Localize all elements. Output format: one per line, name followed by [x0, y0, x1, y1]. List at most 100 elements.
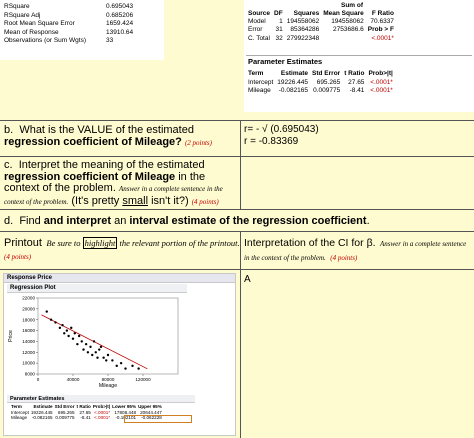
param-cell: 695.265 — [316, 78, 341, 86]
interp-header: Interpretation of the CI for β. Answer i… — [244, 236, 472, 264]
anova-cell — [321, 35, 365, 43]
y-tick-label: 12000 — [22, 350, 35, 355]
plot-frame — [37, 297, 179, 375]
data-point — [54, 321, 57, 324]
pe2-panel: Parameter Estimates Term Estimate Std Erro… — [7, 395, 195, 435]
sumfit-row: RSquare 0.695043 — [2, 3, 135, 12]
anova-cell: 31 — [275, 26, 283, 34]
pe2-header: Lower 95% — [112, 404, 137, 409]
question-c-text: c. Interpret the meaning of the estimate… — [4, 159, 240, 208]
sumfit-row: Observations (or Sum Wgts) 33 — [2, 37, 135, 46]
jmp-plot-title: Regression Plot — [10, 285, 56, 291]
data-point — [99, 345, 103, 349]
anova-header: DF — [274, 10, 283, 17]
param-header: Term — [248, 70, 264, 77]
pe2-cell: -8.41 — [80, 415, 91, 421]
interp-answer[interactable]: A — [244, 274, 251, 285]
printout-points: (4 points) — [4, 253, 32, 261]
data-point — [92, 340, 96, 343]
data-point — [67, 334, 70, 338]
pe2-cell: <.0001* — [94, 415, 111, 421]
sumfit-label: Root Mean Square Error — [4, 20, 75, 28]
summary-of-fit-panel: RSquare 0.695043 RSquare Adj 0.685206 Root M… — [0, 0, 164, 60]
data-point — [106, 353, 110, 357]
data-point — [45, 310, 48, 313]
question-d-bold2: interval estimate of the regression coef… — [129, 215, 367, 227]
question-b-bold: regression coefficient of Mileage — [4, 136, 176, 148]
pe2-header: t Ratio — [76, 404, 91, 409]
anova-header: F Ratio — [371, 10, 394, 17]
param-estimates-title: Parameter Estimates — [248, 57, 323, 66]
data-point — [105, 359, 108, 362]
sumfit-label: Observations (or Sum Wgts) — [4, 37, 86, 45]
anova-header: Squares — [293, 10, 320, 17]
answer-b[interactable]: r= - √ (0.695043) r = -0.83369 — [244, 124, 319, 148]
param-cell: Mileage — [248, 87, 271, 95]
anova-cell: Error — [248, 26, 263, 34]
pe2-header: Std Error — [54, 404, 75, 409]
question-d-bold: and interpret — [43, 215, 112, 227]
pe2-highlight-box — [124, 415, 192, 423]
anova-row: C. Total 32 279922348 <.0001* — [246, 35, 396, 43]
data-point — [98, 348, 101, 351]
anova-cell: 70.6337 — [370, 18, 394, 26]
question-c-aside: (It's pretty — [71, 194, 123, 207]
anova-cell: <.0001* — [371, 34, 394, 42]
sumfit-value: 0.695043 — [106, 3, 134, 10]
answer-c-area[interactable] — [241, 158, 474, 209]
param-row: Mileage -0.082165 0.009775 -8.41 <.0001* — [246, 87, 395, 96]
param-header: Prob>|t| — [368, 70, 393, 77]
anova-row: Model 1 194558062 194558062 70.6337 — [246, 18, 396, 26]
data-point — [80, 340, 83, 343]
y-tick-label: 8000 — [25, 372, 36, 377]
anova-cell: 194558062 — [331, 18, 364, 26]
question-c-prompt: Interpret the meaning of the estimated — [18, 159, 205, 171]
x-tick-label: 80000 — [102, 377, 115, 382]
data-point — [73, 332, 76, 335]
question-c-number: c. — [4, 159, 13, 171]
answer-b-line1: r= - √ (0.695043) — [244, 124, 319, 135]
data-point — [131, 364, 134, 368]
question-d-prompt-b: an — [111, 215, 130, 227]
printout-header: Printout Be sure to highlight the releva… — [4, 236, 240, 263]
anova-cell: 194558062 — [286, 18, 320, 26]
y-tick-label: 18000 — [22, 317, 35, 322]
data-point — [71, 337, 75, 340]
anova-cell: Model — [248, 18, 266, 26]
data-point — [65, 329, 69, 332]
data-point — [84, 342, 88, 346]
x-axis-label: Mileage — [99, 383, 117, 389]
y-tick-label: 16000 — [22, 328, 35, 333]
param-row: Intercept 19226.445 695.265 27.65 <.0001* — [246, 79, 395, 88]
param-cell: 27.65 — [348, 78, 365, 86]
question-c-aside-underline: small — [122, 194, 149, 207]
pe2-header: Prob>|t| — [92, 404, 111, 409]
pe2-cell: 0.009775 — [55, 415, 75, 421]
pe2-header: Estimate — [33, 404, 53, 409]
sumfit-row: RSquare Adj 0.685206 — [2, 12, 135, 21]
data-point — [115, 364, 118, 368]
question-c-aside-end: isn't it?) — [148, 194, 189, 207]
data-point — [137, 367, 140, 370]
question-d-prompt: Find — [19, 215, 44, 227]
x-tick-label: 120000 — [135, 377, 151, 382]
sumfit-label: RSquare — [4, 3, 30, 10]
data-point — [82, 348, 85, 351]
sumfit-value: 13910.64 — [106, 28, 134, 36]
param-cell: Intercept — [248, 78, 274, 86]
interp-label: Interpretation of the CI for β. — [244, 237, 376, 249]
printout-hint-highlight: highlight — [82, 237, 118, 249]
param-header: Std Error — [312, 70, 341, 77]
param-cell: -8.41 — [349, 87, 365, 95]
pe2-title: Parameter Estimates — [10, 396, 65, 402]
anova-header: Source — [248, 10, 271, 17]
printout-hint-b: the relevant portion of the printout. — [117, 238, 240, 248]
anova-cell: C. Total — [248, 34, 270, 42]
anova-cell: 1 — [279, 18, 283, 26]
y-tick-label: 14000 — [22, 339, 35, 344]
anova-cell: 32 — [275, 34, 283, 42]
param-header: t Ratio — [344, 70, 365, 77]
regression-plot: 8000 10000 12000 14000 16000 18000 20000 22000 0… — [8, 296, 179, 389]
question-b-number: b. — [4, 124, 14, 136]
param-cell: 0.009775 — [313, 87, 341, 95]
